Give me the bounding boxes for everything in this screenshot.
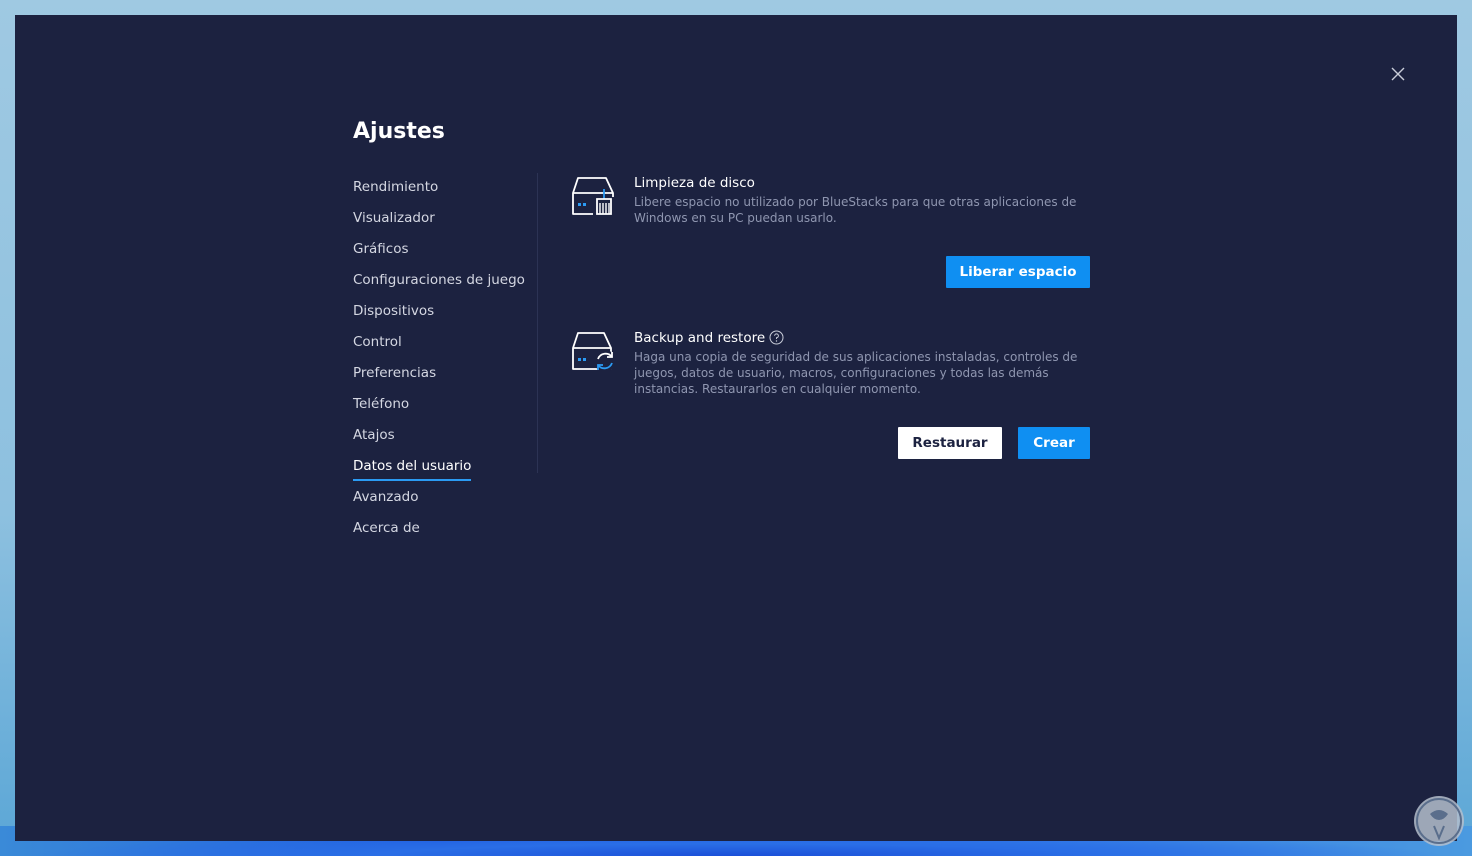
sidebar-item-label: Visualizador <box>353 210 435 226</box>
close-icon <box>1391 67 1405 81</box>
sidebar-item-label: Preferencias <box>353 365 437 381</box>
sidebar-item-dispositivos[interactable]: Dispositivos <box>353 299 543 330</box>
backup-restore-icon <box>570 330 616 372</box>
sidebar-item-control[interactable]: Control <box>353 330 543 361</box>
help-icon[interactable] <box>769 330 784 345</box>
sidebar-item-visualizador[interactable]: Visualizador <box>353 206 543 237</box>
sidebar-item-graficos[interactable]: Gráficos <box>353 237 543 268</box>
sidebar-item-configuraciones-de-juego[interactable]: Configuraciones de juego <box>353 268 543 299</box>
sidebar-item-acerca-de[interactable]: Acerca de <box>353 516 543 547</box>
section-description: Haga una copia de seguridad de sus aplic… <box>634 350 1078 396</box>
sidebar-item-label: Rendimiento <box>353 179 439 195</box>
sidebar-item-label: Datos del usuario <box>353 454 472 481</box>
create-button[interactable]: Crear <box>1018 427 1090 459</box>
sidebar-item-label: Gráficos <box>353 241 409 257</box>
sidebar-item-preferencias[interactable]: Preferencias <box>353 361 543 392</box>
sidebar-divider <box>537 173 538 473</box>
sidebar-item-avanzado[interactable]: Avanzado <box>353 485 543 516</box>
section-title-row: Backup and restore <box>634 330 784 346</box>
sidebar-item-label: Dispositivos <box>353 303 435 319</box>
site-watermark-logo <box>1414 796 1464 846</box>
sidebar-item-label: Control <box>353 334 402 350</box>
sidebar-item-rendimiento[interactable]: Rendimiento <box>353 175 543 206</box>
section-title: Backup and restore <box>634 330 766 346</box>
sidebar-item-label: Acerca de <box>353 520 420 536</box>
sidebar-item-label: Atajos <box>353 427 395 443</box>
close-button[interactable] <box>1388 64 1408 84</box>
sidebar-item-label: Avanzado <box>353 489 419 505</box>
page-title: Ajustes <box>353 119 445 144</box>
settings-window: Ajustes Rendimiento Visualizador Gráfico… <box>15 15 1457 841</box>
settings-sidebar: Rendimiento Visualizador Gráficos Config… <box>353 175 543 547</box>
backup-restore-section: Backup and restore Haga una copia de seg… <box>570 330 1090 460</box>
sidebar-item-atajos[interactable]: Atajos <box>353 423 543 454</box>
sidebar-item-telefono[interactable]: Teléfono <box>353 392 543 423</box>
disk-cleanup-icon <box>570 175 616 217</box>
disk-cleanup-section: Limpieza de disco Libere espacio no util… <box>570 175 1090 295</box>
sidebar-item-label: Configuraciones de juego <box>353 272 525 288</box>
free-space-button[interactable]: Liberar espacio <box>946 256 1090 288</box>
section-description: Libere espacio no utilizado por BlueStac… <box>634 195 1077 225</box>
section-title: Limpieza de disco <box>634 175 755 191</box>
restore-button[interactable]: Restaurar <box>898 427 1002 459</box>
sidebar-item-label: Teléfono <box>353 396 410 412</box>
sidebar-item-datos-del-usuario[interactable]: Datos del usuario <box>353 454 543 485</box>
